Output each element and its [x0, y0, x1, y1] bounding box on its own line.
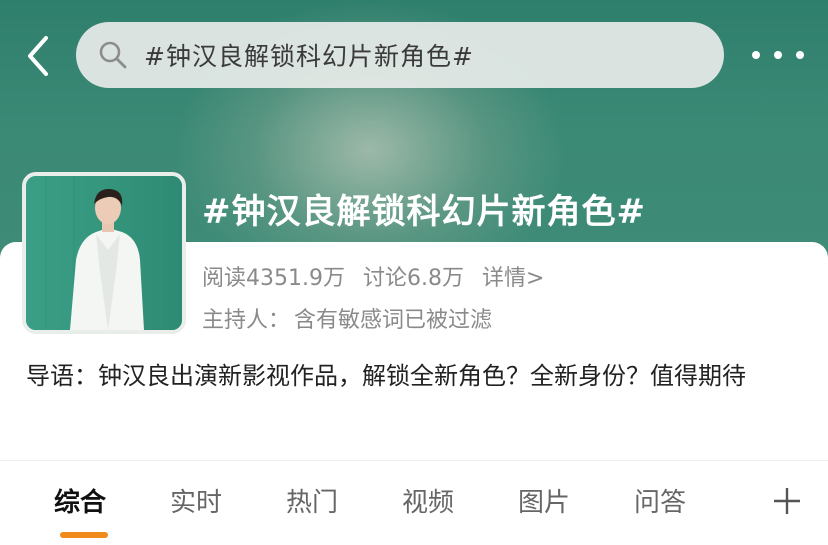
active-tab-indicator: [60, 532, 108, 538]
search-query-text: #钟汉良解锁科幻片新角色#: [144, 42, 474, 71]
tab-qa[interactable]: 问答: [634, 482, 686, 519]
person-illustration: [26, 176, 182, 330]
topic-title: #钟汉良解锁科幻片新角色#: [202, 192, 646, 232]
plus-icon: [774, 488, 800, 514]
more-horizontal-icon: [752, 51, 760, 59]
host-value: 含有敏感词已被过滤: [294, 308, 493, 333]
tab-hot[interactable]: 热门: [286, 482, 338, 519]
search-bar[interactable]: #钟汉良解锁科幻片新角色#: [76, 22, 724, 88]
search-icon: [96, 38, 130, 72]
topic-cover-image[interactable]: [22, 172, 186, 334]
tab-comprehensive[interactable]: 综合: [54, 482, 106, 519]
topic-host: 主持人： 含有敏感词已被过滤: [202, 302, 492, 334]
topic-stats: 阅读4351.9万 讨论6.8万 详情>: [202, 260, 544, 292]
tab-bar: 综合 实时 热门 视频 图片 问答: [0, 472, 828, 545]
more-dot: [796, 51, 804, 59]
host-label: 主持人：: [202, 308, 291, 333]
tab-video[interactable]: 视频: [402, 482, 454, 519]
divider: [0, 460, 828, 461]
read-count: 阅读4351.9万: [202, 266, 345, 291]
more-options-button[interactable]: [752, 40, 804, 70]
back-button[interactable]: [18, 34, 58, 78]
tab-images[interactable]: 图片: [518, 482, 570, 519]
details-link[interactable]: 详情>: [482, 260, 544, 292]
discussion-count: 讨论6.8万: [362, 266, 464, 291]
add-tab-button[interactable]: [772, 486, 802, 516]
topic-intro: 导语：钟汉良出演新影视作品，解锁全新角色？全新身份？值得期待: [26, 362, 746, 390]
tab-realtime[interactable]: 实时: [170, 482, 222, 519]
chevron-left-icon: [28, 36, 48, 76]
more-dot: [774, 51, 782, 59]
